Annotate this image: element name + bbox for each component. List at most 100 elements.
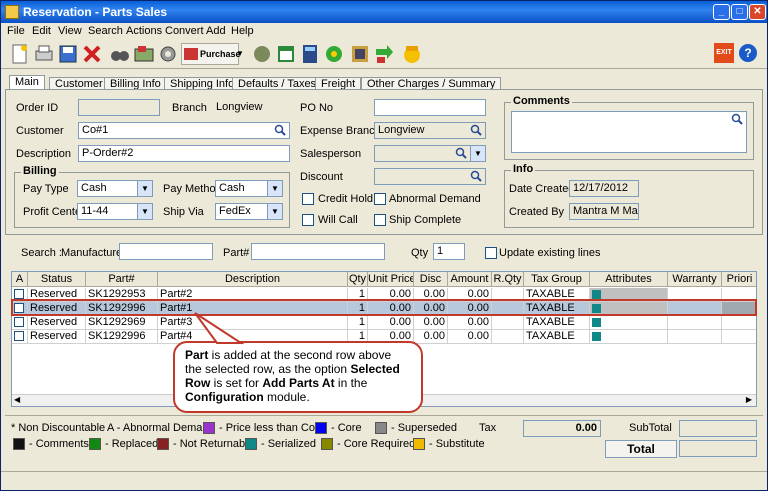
menu-search[interactable]: Search xyxy=(88,25,123,37)
legend-non-discountable: * Non Discountable xyxy=(11,422,106,434)
menu-bar: File Edit View Search Actions Convert Ad… xyxy=(1,23,767,39)
rqty-cell xyxy=(492,330,524,344)
menu-add[interactable]: Add xyxy=(206,25,226,37)
salesperson-dropdown-icon[interactable]: ▼ xyxy=(470,146,485,161)
discount-field[interactable] xyxy=(374,168,486,185)
manufacturer-input[interactable] xyxy=(119,243,213,260)
comments-field[interactable] xyxy=(511,111,747,153)
scroll-left-icon[interactable]: ◀ xyxy=(14,395,20,404)
save-icon[interactable] xyxy=(57,43,79,65)
calculator-icon[interactable] xyxy=(299,43,321,65)
col-header-a[interactable]: A xyxy=(12,272,28,287)
close-button[interactable]: ✕ xyxy=(749,4,766,20)
menu-edit[interactable]: Edit xyxy=(32,25,51,37)
print-icon[interactable] xyxy=(33,43,55,65)
toolbar: Purchase ▼ EXIT ? xyxy=(1,39,767,69)
binoculars-icon[interactable] xyxy=(109,43,131,65)
settings-icon[interactable] xyxy=(323,43,345,65)
menu-actions[interactable]: Actions xyxy=(126,25,162,37)
col-header-rqty[interactable]: R.Qty xyxy=(492,272,524,287)
will-call-label: Will Call xyxy=(318,214,358,226)
col-header-priority[interactable]: Priori xyxy=(722,272,756,287)
expense-branch-field[interactable]: Longview xyxy=(374,122,486,139)
pay-type-dropdown-icon[interactable]: ▼ xyxy=(137,181,152,196)
col-header-part[interactable]: Part# xyxy=(86,272,158,287)
col-header-tax-group[interactable]: Tax Group xyxy=(524,272,590,287)
col-header-attributes[interactable]: Attributes xyxy=(590,272,668,287)
salesperson-search-icon[interactable] xyxy=(455,147,467,159)
credit-hold-checkbox[interactable] xyxy=(302,193,314,205)
comments-search-icon[interactable] xyxy=(731,113,743,125)
ship-via-dropdown-icon[interactable]: ▼ xyxy=(267,204,282,219)
row-checkbox[interactable] xyxy=(14,317,24,327)
legend-comments: - Comments xyxy=(29,438,89,450)
row-checkbox[interactable] xyxy=(14,331,24,341)
pay-method-dropdown-icon[interactable]: ▼ xyxy=(267,181,282,196)
will-call-checkbox[interactable] xyxy=(302,214,314,226)
status-cell: Reserved xyxy=(28,330,86,344)
pay-method-select[interactable]: Cash ▼ xyxy=(215,180,283,197)
description-label: Description xyxy=(16,148,72,160)
selected-row-highlight xyxy=(11,299,757,316)
parts-icon[interactable] xyxy=(251,43,273,65)
update-existing-checkbox[interactable] xyxy=(485,247,497,259)
purchase-dropdown-icon[interactable]: ▼ xyxy=(236,43,244,65)
po-no-field[interactable] xyxy=(374,99,486,116)
purchase-button[interactable]: Purchase xyxy=(181,43,241,65)
inventory-icon[interactable] xyxy=(133,43,155,65)
minimize-button[interactable]: _ xyxy=(713,4,730,20)
total-button[interactable]: Total xyxy=(605,440,677,458)
ship-via-select[interactable]: FedEx ▼ xyxy=(215,203,283,220)
maximize-button[interactable]: □ xyxy=(731,4,748,20)
new-document-icon[interactable] xyxy=(9,43,31,65)
pay-method-label: Pay Method xyxy=(163,183,222,195)
disc-cell: 0.00 xyxy=(414,330,448,344)
legend-core: - Core xyxy=(331,422,362,434)
col-header-unit-price[interactable]: Unit Price xyxy=(368,272,414,287)
part-search-input[interactable] xyxy=(251,243,385,260)
qty-input[interactable]: 1 xyxy=(433,243,465,260)
customer-field[interactable]: Co#1 xyxy=(78,122,290,139)
expense-branch-search-icon[interactable] xyxy=(470,124,482,136)
exit-button[interactable]: EXIT xyxy=(714,43,734,63)
col-header-qty[interactable]: Qty xyxy=(348,272,368,287)
row-checkbox[interactable] xyxy=(14,289,24,299)
window-title: Reservation - Parts Sales xyxy=(23,5,168,19)
col-header-warranty[interactable]: Warranty xyxy=(668,272,722,287)
profit-center-dropdown-icon[interactable]: ▼ xyxy=(137,204,152,219)
abnormal-demand-checkbox[interactable] xyxy=(374,193,386,205)
menu-convert[interactable]: Convert xyxy=(165,25,204,37)
col-header-status[interactable]: Status xyxy=(28,272,86,287)
calendar-icon[interactable] xyxy=(275,43,297,65)
profit-center-select[interactable]: 11-44 ▼ xyxy=(77,203,153,220)
gears-icon[interactable] xyxy=(157,43,179,65)
salesperson-field[interactable]: ▼ xyxy=(374,145,486,162)
transfer-icon[interactable] xyxy=(373,43,395,65)
discount-search-icon[interactable] xyxy=(470,170,482,182)
delete-icon[interactable] xyxy=(81,43,103,65)
menu-view[interactable]: View xyxy=(58,25,82,37)
technician-icon[interactable] xyxy=(401,43,423,65)
ship-complete-checkbox[interactable] xyxy=(374,214,386,226)
status-bar xyxy=(1,471,767,490)
ship-via-label: Ship Via xyxy=(163,206,204,218)
legend-not-returnable: - Not Returnable xyxy=(173,438,254,450)
order-id-field[interactable] xyxy=(78,99,160,116)
description-field[interactable]: P-Order#2 xyxy=(78,145,290,162)
scroll-right-icon[interactable]: ▶ xyxy=(746,395,752,404)
customer-search-icon[interactable] xyxy=(274,124,286,136)
tools-icon[interactable] xyxy=(349,43,371,65)
billing-group: Billing Pay Type Cash ▼ Pay Method Cash ▼ … xyxy=(14,165,290,228)
menu-help[interactable]: Help xyxy=(231,25,254,37)
price-cell: 0.00 xyxy=(368,316,414,330)
branch-label: Branch xyxy=(172,102,207,114)
total-value xyxy=(679,440,757,457)
col-header-amount[interactable]: Amount xyxy=(448,272,492,287)
pay-type-select[interactable]: Cash ▼ xyxy=(77,180,153,197)
col-header-disc[interactable]: Disc xyxy=(414,272,448,287)
help-icon[interactable]: ? xyxy=(738,43,758,63)
col-header-description[interactable]: Description xyxy=(158,272,348,287)
serialized-indicator xyxy=(592,318,601,327)
part-search-label: Part# xyxy=(223,247,250,259)
menu-file[interactable]: File xyxy=(7,25,25,37)
